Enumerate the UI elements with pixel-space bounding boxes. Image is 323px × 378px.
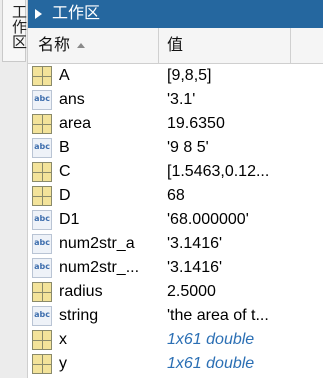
variable-value: [1.5463,0.12... — [167, 163, 270, 180]
matrix-icon — [32, 66, 52, 86]
char-icon-text: abc — [34, 262, 50, 271]
char-icon-text: abc — [34, 142, 50, 151]
variable-name: num2str_... — [59, 259, 140, 276]
matrix-icon — [32, 114, 52, 134]
char-icon-text: abc — [34, 94, 50, 103]
variable-row[interactable]: abc num2str_... '3.1416' — [28, 256, 323, 280]
matrix-icon — [32, 282, 52, 302]
variable-row[interactable]: y 1x61 double — [28, 352, 323, 376]
workspace-title-bar: 工作区 — [28, 0, 323, 28]
char-icon-text: abc — [34, 214, 50, 223]
variable-name: ans — [59, 91, 85, 108]
variable-row[interactable]: A [9,8,5] — [28, 64, 323, 88]
variable-row[interactable]: abc ans '3.1' — [28, 88, 323, 112]
char-icon: abc — [32, 258, 52, 278]
variable-value: 19.6350 — [167, 115, 225, 132]
variable-name: A — [59, 67, 70, 84]
variable-value: '9 8 5' — [167, 139, 209, 156]
variable-value: [9,8,5] — [167, 67, 212, 84]
variable-row[interactable]: abc B '9 8 5' — [28, 136, 323, 160]
char-icon-text: abc — [34, 238, 50, 247]
variable-name: D — [59, 187, 71, 204]
char-icon: abc — [32, 210, 52, 230]
variable-value: '3.1416' — [167, 235, 223, 252]
variable-row[interactable]: abc D1 '68.000000' — [28, 208, 323, 232]
variable-row[interactable]: radius 2.5000 — [28, 280, 323, 304]
matrix-icon — [32, 330, 52, 350]
variable-value: 1x61 double — [167, 355, 255, 372]
variable-name: D1 — [59, 211, 80, 228]
variable-row[interactable]: abc string 'the area of t... — [28, 304, 323, 328]
char-icon: abc — [32, 90, 52, 110]
matrix-icon — [32, 354, 52, 374]
variable-name: C — [59, 163, 71, 180]
column-divider[interactable] — [290, 28, 291, 63]
variable-row[interactable]: x 1x61 double — [28, 328, 323, 352]
variable-name: B — [59, 139, 70, 156]
variable-name: string — [59, 307, 99, 324]
variable-value: '3.1' — [167, 91, 196, 108]
variable-row[interactable]: area 19.6350 — [28, 112, 323, 136]
variable-value: 2.5000 — [167, 283, 216, 300]
variable-value: '3.1416' — [167, 259, 223, 276]
column-divider[interactable] — [158, 28, 159, 63]
column-header: 名称 值 — [28, 28, 323, 64]
variable-row[interactable]: abc num2str_a '3.1416' — [28, 232, 323, 256]
panel-title: 工作区 — [52, 5, 101, 22]
workspace-side-tab[interactable]: 工作区 — [2, 0, 27, 62]
variable-name: x — [59, 331, 67, 348]
matrix-icon — [32, 186, 52, 206]
sort-ascending-icon[interactable] — [77, 43, 85, 48]
variable-value: 1x61 double — [167, 331, 255, 348]
variable-name: area — [59, 115, 92, 132]
variable-row[interactable]: D 68 — [28, 184, 323, 208]
variable-name: y — [59, 355, 67, 372]
char-icon: abc — [32, 306, 52, 326]
variable-name: radius — [59, 283, 103, 300]
workspace-side-tab-label: 工作区 — [10, 4, 27, 49]
char-icon: abc — [32, 234, 52, 254]
side-tab-strip: 工作区 — [0, 0, 28, 378]
matrix-icon — [32, 162, 52, 182]
variable-value: 'the area of t... — [167, 307, 269, 324]
variable-list: A [9,8,5] abc ans '3.1' area 19.6350 abc B '9 8 5… — [28, 64, 323, 376]
variable-value: 68 — [167, 187, 185, 204]
variable-value: '68.000000' — [167, 211, 249, 228]
char-icon: abc — [32, 138, 52, 158]
collapse-triangle-icon[interactable] — [35, 9, 42, 19]
value-column-header[interactable]: 值 — [167, 28, 183, 63]
name-column-header[interactable]: 名称 — [38, 28, 70, 63]
variable-name: num2str_a — [59, 235, 135, 252]
char-icon-text: abc — [34, 310, 50, 319]
variable-row[interactable]: C [1.5463,0.12... — [28, 160, 323, 184]
